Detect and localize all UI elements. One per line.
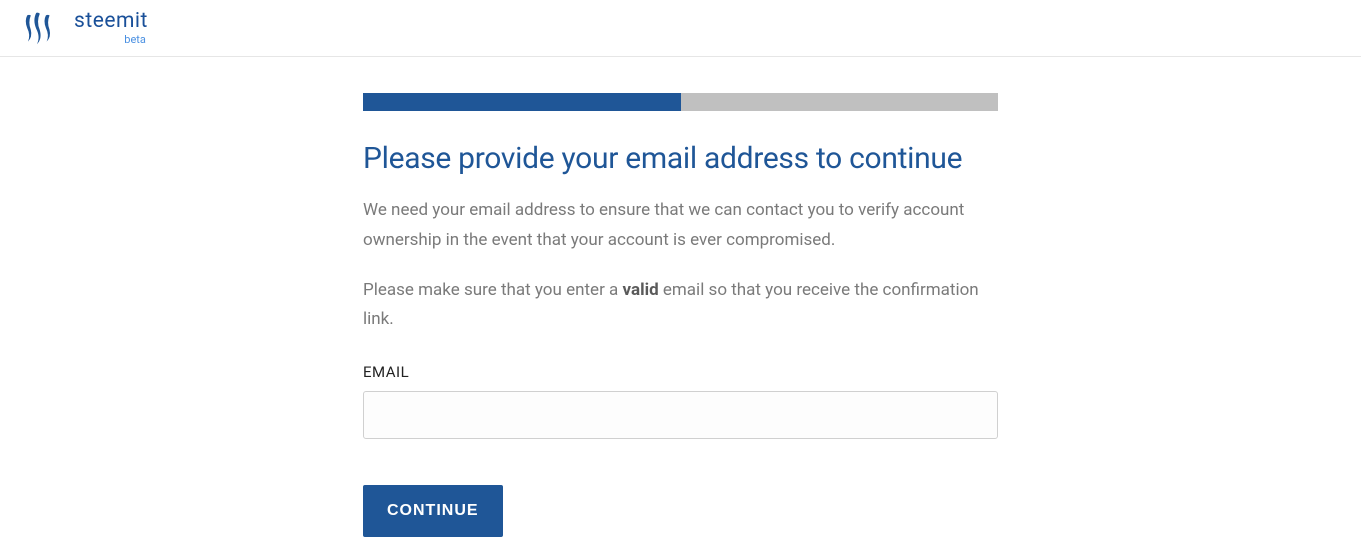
progress-fill xyxy=(363,93,681,111)
description-primary: We need your email address to ensure tha… xyxy=(363,196,998,256)
steemit-logo-icon xyxy=(20,10,56,46)
main-content: Please provide your email address to con… xyxy=(363,57,998,537)
header: steemit beta xyxy=(0,0,1361,57)
email-label: EMAIL xyxy=(363,363,998,381)
brand-sub-label: beta xyxy=(124,34,146,45)
description-secondary: Please make sure that you enter a valid … xyxy=(363,276,998,336)
desc2-bold: valid xyxy=(623,280,659,300)
email-field[interactable] xyxy=(363,391,998,439)
desc2-pre: Please make sure that you enter a xyxy=(363,280,623,300)
brand-name: steemit xyxy=(74,11,148,32)
continue-button[interactable]: CONTINUE xyxy=(363,485,503,537)
page-title: Please provide your email address to con… xyxy=(363,141,998,176)
logo[interactable]: steemit beta xyxy=(20,10,148,46)
progress-bar xyxy=(363,93,998,111)
brand-text: steemit beta xyxy=(74,11,148,45)
